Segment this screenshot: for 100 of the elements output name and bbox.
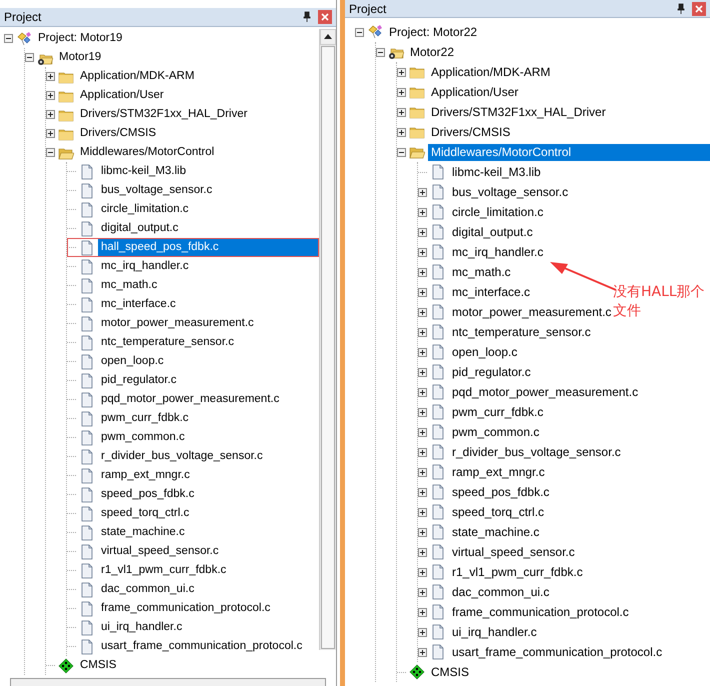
tree-item[interactable]: Drivers/CMSIS [77, 125, 160, 142]
tree-item[interactable]: libmc-keil_M3.lib [449, 164, 544, 180]
tree-item[interactable]: bus_voltage_sensor.c [98, 182, 216, 199]
tree-item[interactable]: CMSIS [77, 657, 120, 674]
plus-box-icon[interactable] [418, 288, 427, 296]
plus-box-icon[interactable] [397, 68, 406, 76]
tree-item[interactable]: r_divider_bus_voltage_sensor.c [98, 448, 266, 465]
tree-item[interactable]: ramp_ext_mngr.c [449, 464, 548, 480]
plus-box-icon[interactable] [418, 528, 427, 536]
plus-box-icon[interactable] [397, 128, 406, 136]
plus-box-icon[interactable] [397, 88, 406, 96]
tree-item[interactable]: ramp_ext_mngr.c [98, 467, 193, 484]
minus-box-icon[interactable] [25, 53, 34, 62]
plus-box-icon[interactable] [397, 108, 406, 116]
tree-item[interactable]: dac_common_ui.c [449, 584, 552, 600]
vertical-scrollbar[interactable] [319, 29, 336, 650]
plus-box-icon[interactable] [418, 248, 427, 256]
tree-item[interactable]: Drivers/STM32F1xx_HAL_Driver [428, 104, 609, 120]
plus-box-icon[interactable] [46, 110, 55, 119]
plus-box-icon[interactable] [418, 548, 427, 556]
tree-item[interactable]: usart_frame_communication_protocol.c [98, 638, 306, 655]
tree-item[interactable]: state_machine.c [449, 524, 542, 540]
tree-item[interactable]: pwm_common.c [449, 424, 542, 440]
plus-box-icon[interactable] [418, 628, 427, 636]
tree-item[interactable]: mc_math.c [98, 277, 160, 294]
plus-box-icon[interactable] [46, 72, 55, 81]
tree-item[interactable]: mc_interface.c [98, 296, 179, 313]
plus-box-icon[interactable] [418, 308, 427, 316]
plus-box-icon[interactable] [418, 428, 427, 436]
plus-box-icon[interactable] [418, 208, 427, 216]
tree-item[interactable]: pqd_motor_power_measurement.c [98, 391, 282, 408]
tree-item[interactable]: frame_communication_protocol.c [98, 600, 274, 617]
horizontal-scrollbar[interactable] [10, 678, 326, 686]
tree-item[interactable]: pqd_motor_power_measurement.c [449, 384, 642, 400]
tree-item[interactable]: r1_vl1_pwm_curr_fdbk.c [449, 564, 586, 580]
tree-item[interactable]: pwm_curr_fdbk.c [449, 404, 546, 420]
pin-icon[interactable] [302, 11, 312, 23]
tree-item[interactable]: r_divider_bus_voltage_sensor.c [449, 444, 624, 460]
plus-box-icon[interactable] [418, 188, 427, 196]
tree-item[interactable]: usart_frame_communication_protocol.c [449, 644, 666, 660]
tree-item[interactable]: Application/MDK-ARM [77, 68, 198, 85]
tree-item[interactable]: ui_irq_handler.c [449, 624, 540, 640]
minus-box-icon[interactable] [4, 34, 13, 43]
tree-item[interactable]: mc_math.c [449, 264, 514, 280]
plus-box-icon[interactable] [418, 388, 427, 396]
tree-item[interactable]: Drivers/STM32F1xx_HAL_Driver [77, 106, 250, 123]
tree-item[interactable]: motor_power_measurement.c [449, 304, 614, 320]
minus-box-icon[interactable] [355, 28, 364, 36]
tree-item[interactable]: dac_common_ui.c [98, 581, 198, 598]
plus-box-icon[interactable] [46, 91, 55, 100]
tree-item[interactable]: Application/User [428, 84, 522, 100]
tree-item[interactable]: Middlewares/MotorControl [428, 144, 710, 160]
tree-item[interactable]: digital_output.c [98, 220, 182, 237]
plus-box-icon[interactable] [418, 228, 427, 236]
tree-item[interactable]: Drivers/CMSIS [428, 124, 514, 140]
plus-box-icon[interactable] [418, 508, 427, 516]
tree-item[interactable]: Motor22 [407, 44, 458, 60]
plus-box-icon[interactable] [418, 568, 427, 576]
tree-item[interactable]: virtual_speed_sensor.c [449, 544, 578, 560]
minus-box-icon[interactable] [397, 148, 406, 156]
tree-item[interactable]: bus_voltage_sensor.c [449, 184, 572, 200]
tree-item[interactable]: pwm_curr_fdbk.c [98, 410, 192, 427]
tree-item[interactable]: Project: Motor19 [35, 30, 126, 47]
tree-item[interactable]: Motor19 [56, 49, 104, 66]
plus-box-icon[interactable] [418, 368, 427, 376]
plus-box-icon[interactable] [46, 129, 55, 138]
plus-box-icon[interactable] [418, 588, 427, 596]
tree-item[interactable]: speed_torq_ctrl.c [449, 504, 548, 520]
tree-item[interactable]: mc_irq_handler.c [98, 258, 192, 275]
tree-item[interactable]: ntc_temperature_sensor.c [98, 334, 237, 351]
tree-item[interactable]: Application/User [77, 87, 167, 104]
close-icon[interactable] [692, 2, 706, 16]
tree-item[interactable]: open_loop.c [98, 353, 167, 370]
plus-box-icon[interactable] [418, 488, 427, 496]
tree-item[interactable]: state_machine.c [98, 524, 188, 541]
minus-box-icon[interactable] [46, 148, 55, 157]
tree-item[interactable]: motor_power_measurement.c [98, 315, 257, 332]
tree-item[interactable]: Project: Motor22 [386, 24, 480, 40]
tree-item[interactable]: speed_pos_fdbk.c [449, 484, 552, 500]
tree-item[interactable]: hall_speed_pos_fdbk.c [98, 239, 319, 256]
tree-item[interactable]: CMSIS [428, 664, 472, 680]
tree-item[interactable]: digital_output.c [449, 224, 536, 240]
minus-box-icon[interactable] [376, 48, 385, 56]
tree-item[interactable]: r1_vl1_pwm_curr_fdbk.c [98, 562, 230, 579]
tree-item[interactable]: circle_limitation.c [98, 201, 192, 218]
tree-item[interactable]: pwm_common.c [98, 429, 188, 446]
tree-item[interactable]: frame_communication_protocol.c [449, 604, 632, 620]
plus-box-icon[interactable] [418, 648, 427, 656]
pin-icon[interactable] [676, 2, 686, 14]
tree-item[interactable]: ui_irq_handler.c [98, 619, 186, 636]
plus-box-icon[interactable] [418, 448, 427, 456]
tree-item[interactable]: open_loop.c [449, 344, 520, 360]
plus-box-icon[interactable] [418, 328, 427, 336]
tree-item[interactable]: Application/MDK-ARM [428, 64, 554, 80]
tree-item[interactable]: virtual_speed_sensor.c [98, 543, 222, 560]
tree-item[interactable]: ntc_temperature_sensor.c [449, 324, 594, 340]
tree-item[interactable]: pid_regulator.c [449, 364, 534, 380]
tree-item[interactable]: mc_interface.c [449, 284, 534, 300]
tree-item[interactable]: circle_limitation.c [449, 204, 546, 220]
plus-box-icon[interactable] [418, 608, 427, 616]
